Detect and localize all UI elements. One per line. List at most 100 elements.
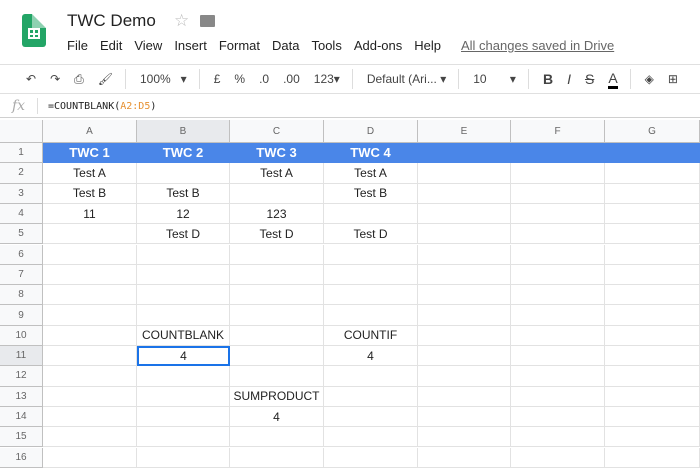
cell-B11[interactable]: 4 — [137, 346, 230, 367]
cell-G8[interactable] — [605, 285, 700, 306]
cell-D3[interactable]: Test B — [324, 183, 418, 204]
fill-color-icon[interactable]: ◈ — [645, 72, 654, 86]
cell-G14[interactable] — [605, 406, 700, 428]
cell-B1[interactable]: TWC 2 — [137, 143, 230, 164]
cell-E12[interactable] — [418, 366, 511, 387]
cell-C16[interactable] — [230, 447, 324, 468]
cell-C11[interactable] — [230, 346, 324, 367]
row-header-8[interactable]: 8 — [0, 285, 43, 306]
cell-F4[interactable] — [511, 203, 605, 225]
save-status[interactable]: All changes saved in Drive — [461, 38, 614, 53]
cell-F11[interactable] — [511, 346, 605, 367]
cell-D10[interactable]: COUNTIF — [324, 325, 418, 346]
borders-icon[interactable]: ⊞ — [668, 72, 678, 86]
cell-F6[interactable] — [511, 244, 605, 265]
cell-F13[interactable] — [511, 386, 605, 407]
cell-B8[interactable] — [137, 285, 230, 306]
cell-F15[interactable] — [511, 427, 605, 448]
cell-B10[interactable]: COUNTBLANK — [137, 325, 230, 346]
redo-icon[interactable]: ↷ — [50, 72, 60, 86]
cell-A6[interactable] — [43, 244, 137, 265]
cell-C2[interactable]: Test A — [230, 163, 324, 184]
cell-A4[interactable]: 11 — [43, 203, 137, 225]
row-header-10[interactable]: 10 — [0, 325, 43, 346]
row-header-14[interactable]: 14 — [0, 406, 43, 428]
cell-C13[interactable]: SUMPRODUCT — [230, 386, 324, 407]
cell-A2[interactable]: Test A — [43, 163, 137, 184]
cell-C6[interactable] — [230, 244, 324, 265]
menu-format[interactable]: Format — [219, 38, 260, 53]
cell-E16[interactable] — [418, 447, 511, 468]
cell-A7[interactable] — [43, 264, 137, 286]
cell-D8[interactable] — [324, 285, 418, 306]
menu-file[interactable]: File — [67, 38, 88, 53]
cell-A9[interactable] — [43, 305, 137, 326]
cell-F2[interactable] — [511, 163, 605, 184]
cell-D14[interactable] — [324, 406, 418, 428]
cell-C15[interactable] — [230, 427, 324, 448]
cell-E8[interactable] — [418, 285, 511, 306]
cell-G5[interactable] — [605, 224, 700, 245]
cell-G2[interactable] — [605, 163, 700, 184]
more-formats-button[interactable]: 123▾ — [314, 72, 340, 86]
cell-G6[interactable] — [605, 244, 700, 265]
cell-E15[interactable] — [418, 427, 511, 448]
cell-B9[interactable] — [137, 305, 230, 326]
row-header-4[interactable]: 4 — [0, 203, 43, 225]
cell-C12[interactable] — [230, 366, 324, 387]
strikethrough-button[interactable]: S — [585, 71, 594, 87]
column-header-F[interactable]: F — [511, 120, 605, 143]
row-header-2[interactable]: 2 — [0, 163, 43, 184]
cell-F16[interactable] — [511, 447, 605, 468]
cell-A5[interactable] — [43, 224, 137, 245]
zoom-select[interactable]: 100% ▾ — [140, 72, 187, 86]
cell-B16[interactable] — [137, 447, 230, 468]
cell-G10[interactable] — [605, 325, 700, 346]
formula-input[interactable]: =COUNTBLANK(A2:D5) — [48, 101, 156, 112]
cell-A3[interactable]: Test B — [43, 183, 137, 204]
cell-D9[interactable] — [324, 305, 418, 326]
menu-view[interactable]: View — [134, 38, 162, 53]
cell-E5[interactable] — [418, 224, 511, 245]
select-all-corner[interactable] — [0, 120, 43, 143]
font-select[interactable]: Default (Ari... ▾ — [367, 72, 446, 86]
row-header-15[interactable]: 15 — [0, 427, 43, 448]
cell-E10[interactable] — [418, 325, 511, 346]
row-header-6[interactable]: 6 — [0, 244, 43, 265]
cell-A10[interactable] — [43, 325, 137, 346]
menu-edit[interactable]: Edit — [100, 38, 122, 53]
column-header-C[interactable]: C — [230, 120, 324, 143]
cell-F7[interactable] — [511, 264, 605, 286]
cell-D11[interactable]: 4 — [324, 346, 418, 367]
cell-B3[interactable]: Test B — [137, 183, 230, 204]
cell-B2[interactable] — [137, 163, 230, 184]
row-header-13[interactable]: 13 — [0, 386, 43, 407]
cell-C7[interactable] — [230, 264, 324, 286]
cell-E3[interactable] — [418, 183, 511, 204]
cell-B15[interactable] — [137, 427, 230, 448]
cell-D1[interactable]: TWC 4 — [324, 143, 418, 164]
currency-button[interactable]: £ — [214, 72, 221, 86]
cell-B5[interactable]: Test D — [137, 224, 230, 245]
cell-G15[interactable] — [605, 427, 700, 448]
cell-G7[interactable] — [605, 264, 700, 286]
cell-C14[interactable]: 4 — [230, 406, 324, 428]
cell-D5[interactable]: Test D — [324, 224, 418, 245]
cell-E6[interactable] — [418, 244, 511, 265]
cell-E13[interactable] — [418, 386, 511, 407]
cell-F10[interactable] — [511, 325, 605, 346]
cell-F14[interactable] — [511, 406, 605, 428]
folder-icon[interactable] — [200, 15, 215, 27]
sheets-logo[interactable] — [22, 14, 46, 47]
cell-A14[interactable] — [43, 406, 137, 428]
formula-bar[interactable]: fx =COUNTBLANK(A2:D5) — [0, 95, 700, 118]
cell-G12[interactable] — [605, 366, 700, 387]
cell-D2[interactable]: Test A — [324, 163, 418, 184]
cell-A15[interactable] — [43, 427, 137, 448]
cell-C9[interactable] — [230, 305, 324, 326]
menu-tools[interactable]: Tools — [311, 38, 341, 53]
cell-D6[interactable] — [324, 244, 418, 265]
star-icon[interactable]: ☆ — [174, 11, 189, 31]
font-size-select[interactable]: 10 ▾ — [473, 72, 516, 86]
cell-C3[interactable] — [230, 183, 324, 204]
